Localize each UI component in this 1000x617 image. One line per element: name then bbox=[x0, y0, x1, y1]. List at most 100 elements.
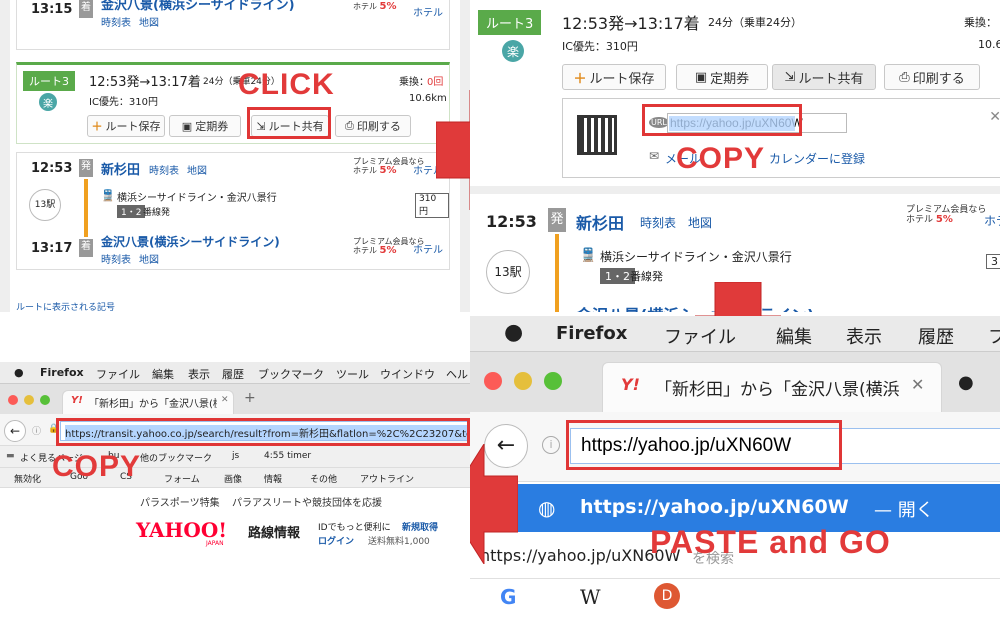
yahoo-logo[interactable]: YAHOO! bbox=[136, 518, 227, 542]
bookmark-js[interactable]: js bbox=[232, 451, 239, 461]
promo-link-1[interactable]: パラスポーツ特集 bbox=[140, 494, 220, 509]
print-button[interactable]: ⎙ 印刷する bbox=[335, 115, 411, 137]
close-icon[interactable]: ✕ bbox=[989, 109, 1000, 125]
menu-edit[interactable]: 編集 bbox=[152, 366, 174, 382]
hotel-link[interactable]: ホテル bbox=[413, 241, 443, 256]
bookmark-form[interactable]: フォーム bbox=[164, 472, 200, 485]
timetable-link[interactable]: 時刻表 bbox=[101, 14, 131, 29]
signup-link[interactable]: 新規取得 bbox=[402, 520, 438, 533]
zoom-window-dot[interactable] bbox=[544, 372, 562, 390]
share-route-button[interactable]: ⇲ ルート共有 bbox=[772, 64, 876, 90]
bookmark-image[interactable]: 画像 bbox=[224, 472, 242, 485]
zoom-window-dot[interactable] bbox=[40, 395, 50, 405]
url-field-highlight bbox=[642, 104, 802, 136]
bookmark-info[interactable]: 情報 bbox=[264, 472, 282, 485]
pass-icon: ▣ bbox=[694, 69, 708, 85]
menu-window[interactable]: ウインドウ bbox=[380, 366, 435, 382]
hotel-link[interactable]: ホテ bbox=[984, 212, 1000, 229]
menu-view[interactable]: 表示 bbox=[846, 323, 882, 349]
transfer-label: 乗換： bbox=[399, 77, 429, 88]
station-name[interactable]: 金沢八景(横浜シーサイドライン) bbox=[101, 0, 295, 13]
tab-title: 「新杉田」から「金沢八景(横浜 bbox=[655, 380, 900, 400]
route-label: ルート3 bbox=[23, 71, 75, 91]
wikipedia-icon[interactable]: W bbox=[580, 585, 601, 609]
map-link[interactable]: 地図 bbox=[139, 14, 159, 29]
menu-file[interactable]: ファイル bbox=[664, 323, 736, 349]
departure-time: 12:53 bbox=[486, 212, 537, 231]
menu-view[interactable]: 表示 bbox=[188, 366, 210, 382]
commuter-pass-button[interactable]: ▣ 定期券 bbox=[676, 64, 768, 90]
distance: 10.6 bbox=[978, 38, 1000, 51]
departure-station[interactable]: 新杉田 bbox=[576, 210, 624, 234]
tab-close-icon[interactable]: ✕ bbox=[911, 375, 924, 394]
map-link[interactable]: 地図 bbox=[187, 162, 207, 177]
back-button[interactable]: ← bbox=[4, 420, 26, 442]
url-bar-highlight bbox=[56, 418, 470, 446]
left-gutter bbox=[0, 0, 10, 312]
route-title: 12:53発→13:17着 bbox=[89, 75, 201, 90]
raku-badge: 楽 bbox=[39, 93, 57, 111]
save-route-button[interactable]: ＋ルート保存 bbox=[562, 64, 666, 90]
timetable-link[interactable]: 時刻表 bbox=[101, 251, 131, 266]
search-engines: G W D bbox=[470, 578, 1000, 617]
menu-tools[interactable]: ツール bbox=[336, 366, 369, 382]
premium-hotel-badge[interactable]: ホテル 5% bbox=[353, 2, 397, 12]
timetable-link[interactable]: 時刻表 bbox=[149, 162, 179, 177]
tab-close-icon[interactable]: ✕ bbox=[221, 395, 229, 405]
menu-bookmarks[interactable]: ブックマーク bbox=[258, 366, 324, 382]
arrival-station[interactable]: 金沢八景(横浜シーサイドライン) bbox=[101, 233, 280, 250]
route-symbols-link[interactable]: ルートに表示される記号 bbox=[16, 300, 115, 312]
login-link[interactable]: ログイン bbox=[318, 534, 354, 547]
menu-edit[interactable]: 編集 bbox=[776, 323, 812, 349]
menu-help[interactable]: ヘル bbox=[446, 366, 468, 382]
arrival-time: 13:15 bbox=[31, 2, 73, 17]
premium-hotel-badge[interactable]: プレミアム会員なら ホテル 5% bbox=[906, 206, 986, 225]
minimize-window-dot[interactable] bbox=[514, 372, 532, 390]
bookmark-other[interactable]: 他のブックマーク bbox=[140, 451, 212, 464]
route-detail: 12:53 発 新杉田 時刻表 地図 プレミアム会員なら ホテル 5% ホテル 1… bbox=[16, 152, 450, 270]
google-icon[interactable]: G bbox=[500, 585, 516, 609]
bookmark-other2[interactable]: その他 bbox=[310, 472, 337, 485]
calendar-link[interactable]: カレンダーに登録 bbox=[769, 150, 865, 167]
share-button-highlight bbox=[247, 107, 331, 139]
route-label: ルート3 bbox=[478, 10, 542, 35]
info-icon[interactable]: ⓘ bbox=[32, 424, 41, 437]
menu-more[interactable]: フ bbox=[988, 323, 1000, 349]
duckduckgo-icon[interactable]: D bbox=[654, 583, 680, 609]
printer-icon: ⎙ bbox=[899, 69, 910, 85]
close-window-dot[interactable] bbox=[8, 395, 18, 405]
map-link[interactable]: 地図 bbox=[688, 214, 712, 231]
plus-icon: ＋ bbox=[91, 120, 103, 133]
browser-tab[interactable]: Y! 「新杉田」から「金沢八景(横浜 ✕ bbox=[602, 362, 942, 412]
timetable-link[interactable]: 時刻表 bbox=[640, 214, 676, 231]
apple-icon[interactable]: ● bbox=[14, 366, 24, 379]
yahoo-favicon: Y! bbox=[71, 395, 83, 406]
bookmark-timer[interactable]: 4:55 timer bbox=[264, 451, 311, 461]
departure-badge: 発 bbox=[79, 159, 93, 177]
hotel-link[interactable]: ホテル bbox=[413, 4, 443, 19]
new-tab-icon[interactable]: + bbox=[244, 390, 256, 406]
departure-station[interactable]: 新杉田 bbox=[101, 159, 140, 178]
route-line bbox=[84, 179, 88, 237]
menu-history[interactable]: 履歴 bbox=[918, 323, 954, 349]
close-window-dot[interactable] bbox=[484, 372, 502, 390]
mac-menubar: ● Firefox ファイル 編集 表示 履歴 ブックマーク ツール ウインドウ… bbox=[0, 362, 470, 384]
service-name: 路線情報 bbox=[248, 526, 301, 541]
save-route-button[interactable]: ＋ルート保存 bbox=[87, 115, 165, 137]
info-icon[interactable]: i bbox=[542, 436, 560, 454]
minimize-window-dot[interactable] bbox=[24, 395, 34, 405]
commuter-pass-button[interactable]: ▣ 定期券 bbox=[169, 115, 241, 137]
browser-tab[interactable]: Y! 「新杉田」から「金沢八景(横浜 ✕ bbox=[62, 390, 234, 414]
menu-firefox[interactable]: Firefox bbox=[556, 323, 627, 344]
transfer-count: 0回 bbox=[427, 77, 444, 88]
menu-file[interactable]: ファイル bbox=[96, 366, 140, 382]
print-button[interactable]: ⎙ 印刷する bbox=[884, 64, 980, 90]
arrival-badge: 着 bbox=[79, 239, 93, 257]
menu-firefox[interactable]: Firefox bbox=[40, 366, 84, 379]
apple-icon[interactable]: ● bbox=[504, 320, 523, 345]
promo-link-2[interactable]: パラアスリートや競技団体を応援 bbox=[232, 494, 382, 509]
bookmark-outline[interactable]: アウトライン bbox=[360, 472, 414, 485]
bookmark-disable[interactable]: 無効化 bbox=[14, 472, 41, 485]
menu-history[interactable]: 履歴 bbox=[222, 366, 244, 382]
map-link[interactable]: 地図 bbox=[139, 251, 159, 266]
